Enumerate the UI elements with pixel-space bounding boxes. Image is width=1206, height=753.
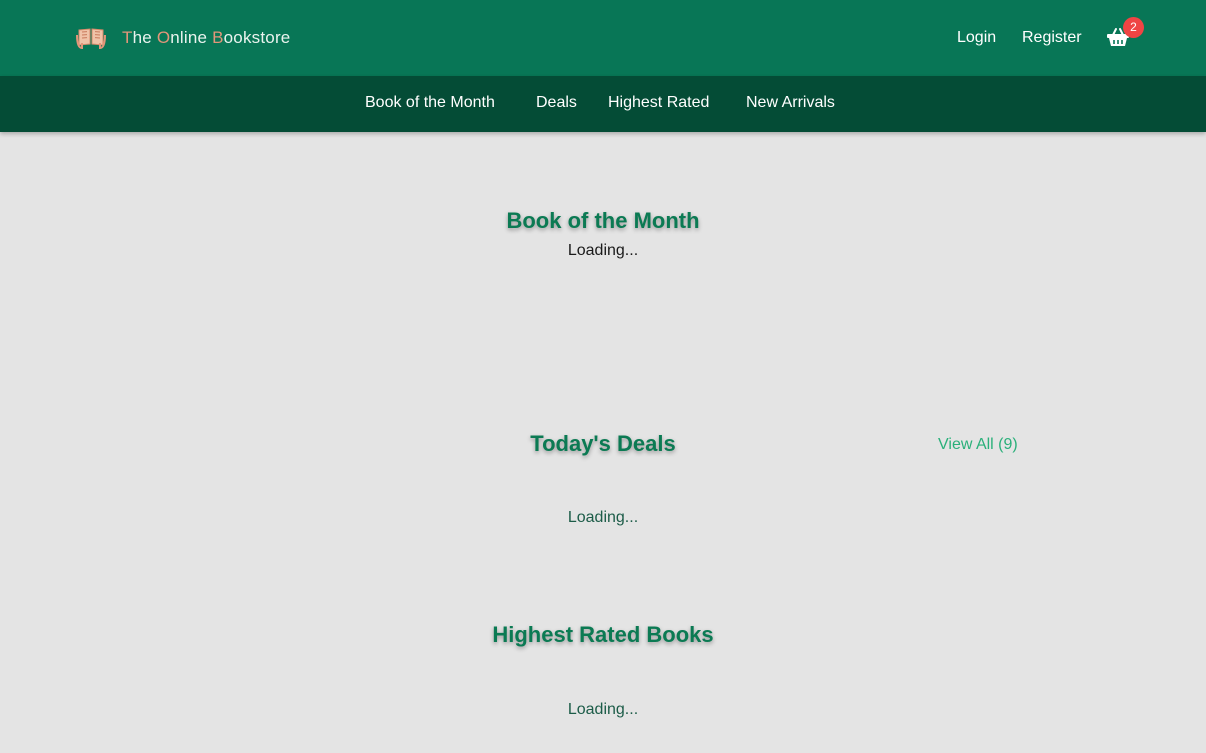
- main-nav: Book of the Month Deals Highest Rated Ne…: [0, 76, 1206, 132]
- login-link[interactable]: Login: [957, 29, 996, 47]
- section-title-todays-deals: Today's Deals: [530, 431, 676, 456]
- nav-item-new-arrivals[interactable]: New Arrivals: [746, 94, 835, 112]
- loading-text: Loading...: [567, 701, 639, 718]
- cart-count-badge: 2: [1123, 17, 1144, 38]
- brand-letter-o: O: [156, 28, 171, 47]
- brand-text-part: ookstore: [223, 28, 291, 47]
- nav-item-book-of-the-month[interactable]: Book of the Month: [365, 94, 495, 112]
- section-title-book-of-the-month: Book of the Month: [506, 208, 700, 233]
- brand-letter-t: T: [122, 28, 133, 47]
- brand-text-part: nline: [170, 28, 213, 47]
- brand-name: The Online Bookstore: [122, 28, 290, 48]
- open-book-icon: [76, 28, 106, 50]
- brand-logo-link[interactable]: The Online Bookstore: [76, 26, 290, 50]
- loading-text: Loading...: [567, 509, 639, 526]
- register-link[interactable]: Register: [1022, 29, 1082, 47]
- loading-text: Loading...: [567, 242, 639, 259]
- brand-letter-b: B: [212, 28, 224, 47]
- section-title-highest-rated-books: Highest Rated Books: [492, 622, 714, 647]
- top-header: The Online Bookstore Login Register 2: [0, 0, 1206, 76]
- nav-item-deals[interactable]: Deals: [536, 94, 577, 112]
- brand-text-part: he: [132, 28, 157, 47]
- nav-item-highest-rated[interactable]: Highest Rated: [608, 94, 709, 112]
- view-all-deals-link[interactable]: View All (9): [938, 436, 1018, 454]
